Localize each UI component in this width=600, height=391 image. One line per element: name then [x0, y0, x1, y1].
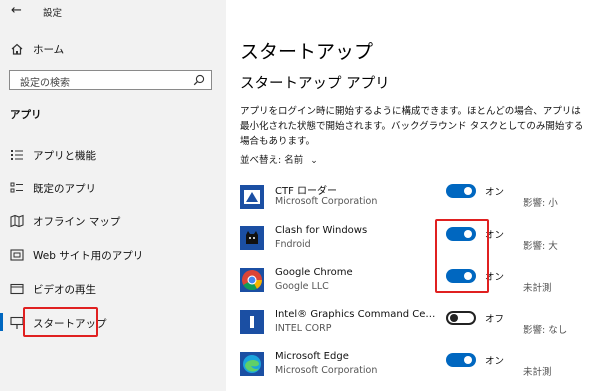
startup-app-row: Google Chrome Google LLC オン 未計測	[240, 267, 560, 304]
home-icon	[11, 43, 23, 55]
window-title: 設定	[43, 8, 63, 19]
highlight-box-startup	[23, 307, 98, 337]
startup-impact: 影響: なし	[523, 325, 568, 336]
sidebar-item-label: 既定のアプリ	[33, 183, 96, 195]
app-name: Intel® Graphics Command Center S...	[275, 309, 440, 320]
sidebar-item-label: オフライン マップ	[33, 216, 121, 228]
toggle-state-label: オン	[485, 187, 505, 198]
app-name: CTF ローダー	[275, 186, 338, 197]
startup-toggle[interactable]	[446, 353, 476, 367]
toggle-state-label: オフ	[485, 314, 505, 325]
sort-label: 並べ替え: 名前	[240, 155, 304, 166]
startup-impact: 影響: 大	[523, 241, 558, 252]
chrome-icon	[240, 268, 264, 292]
chevron-down-icon: ⌄	[310, 156, 318, 166]
startup-app-row: Clash for Windows Fndroid オン 影響: 大	[240, 225, 560, 262]
search-input[interactable]: 設定の検索	[9, 70, 212, 90]
startup-impact: 未計測	[523, 367, 552, 378]
sidebar-item-home-label: ホーム	[33, 44, 65, 56]
search-icon	[193, 74, 205, 86]
app-name: Microsoft Edge	[275, 351, 349, 362]
back-arrow-icon[interactable]: ←	[11, 3, 22, 18]
selected-indicator	[0, 313, 3, 331]
startup-app-row: Microsoft Edge Microsoft Corporation オン …	[240, 351, 560, 388]
search-placeholder: 設定の検索	[20, 78, 70, 89]
app-publisher: Microsoft Corporation	[275, 196, 378, 207]
sort-dropdown[interactable]: 並べ替え: 名前 ⌄	[240, 152, 318, 166]
map-icon	[10, 214, 24, 228]
app-name: Google Chrome	[275, 267, 353, 278]
sidebar-section-label: アプリ	[10, 109, 42, 121]
intel-graphics-icon	[240, 310, 264, 334]
startup-toggle[interactable]	[446, 184, 476, 198]
startup-toggle[interactable]	[446, 311, 476, 325]
startup-app-row: CTF ローダー Microsoft Corporation オン 影響: 小	[240, 183, 560, 219]
list-icon	[11, 150, 23, 160]
edge-icon	[240, 352, 264, 376]
website-apps-icon	[10, 249, 24, 261]
clash-cat-icon	[240, 226, 264, 250]
page-title: スタートアップ	[240, 41, 374, 63]
startup-impact: 未計測	[523, 283, 552, 294]
app-publisher: Fndroid	[275, 239, 311, 250]
sidebar-item-label: アプリと機能	[33, 150, 96, 162]
toggle-state-label: オン	[485, 356, 505, 367]
video-icon	[10, 283, 24, 295]
app-name: Clash for Windows	[275, 225, 368, 236]
startup-icon	[10, 316, 24, 329]
section-title: スタートアップ アプリ	[240, 76, 390, 92]
app-publisher: Google LLC	[275, 281, 329, 292]
default-apps-icon	[10, 182, 23, 193]
sidebar-item-label: Web サイト用のアプリ	[33, 250, 144, 262]
app-publisher: Microsoft Corporation	[275, 365, 378, 376]
app-publisher: INTEL CORP	[275, 323, 332, 334]
ctf-loader-icon	[240, 185, 264, 209]
startup-impact: 影響: 小	[523, 198, 558, 209]
description-text: アプリをログイン時に開始するように構成できます。ほとんどの場合、アプリは最小化さ…	[240, 106, 584, 147]
highlight-box-toggles	[435, 219, 489, 293]
sidebar-item-label: ビデオの再生	[33, 284, 96, 296]
sidebar: ← 設定 ホーム 設定の検索 アプリ アプリと機能 既定のアプリ オフライン マ…	[0, 0, 226, 391]
startup-app-row: Intel® Graphics Command Center S... INTE…	[240, 309, 567, 346]
